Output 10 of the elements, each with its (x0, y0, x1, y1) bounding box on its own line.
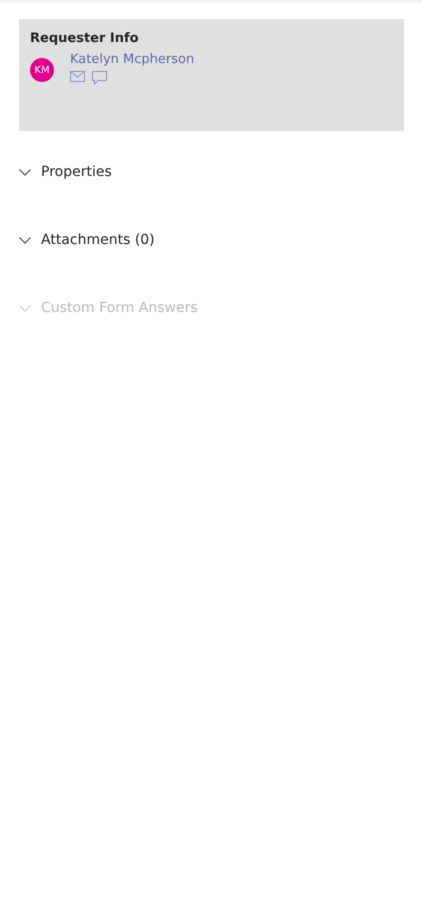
chevron-down-icon (19, 236, 31, 244)
chevron-down-icon (19, 168, 31, 176)
chevron-down-icon (19, 304, 31, 312)
requester-name-link[interactable]: Katelyn Mcpherson (70, 52, 194, 67)
card-title: Requester Info (30, 31, 140, 46)
section-header[interactable]: Properties (19, 162, 422, 182)
chat-icon[interactable] (92, 71, 107, 85)
mail-icon[interactable] (70, 71, 85, 82)
section-header[interactable]: Attachments (0) (19, 230, 422, 250)
avatar: KM (30, 58, 54, 82)
